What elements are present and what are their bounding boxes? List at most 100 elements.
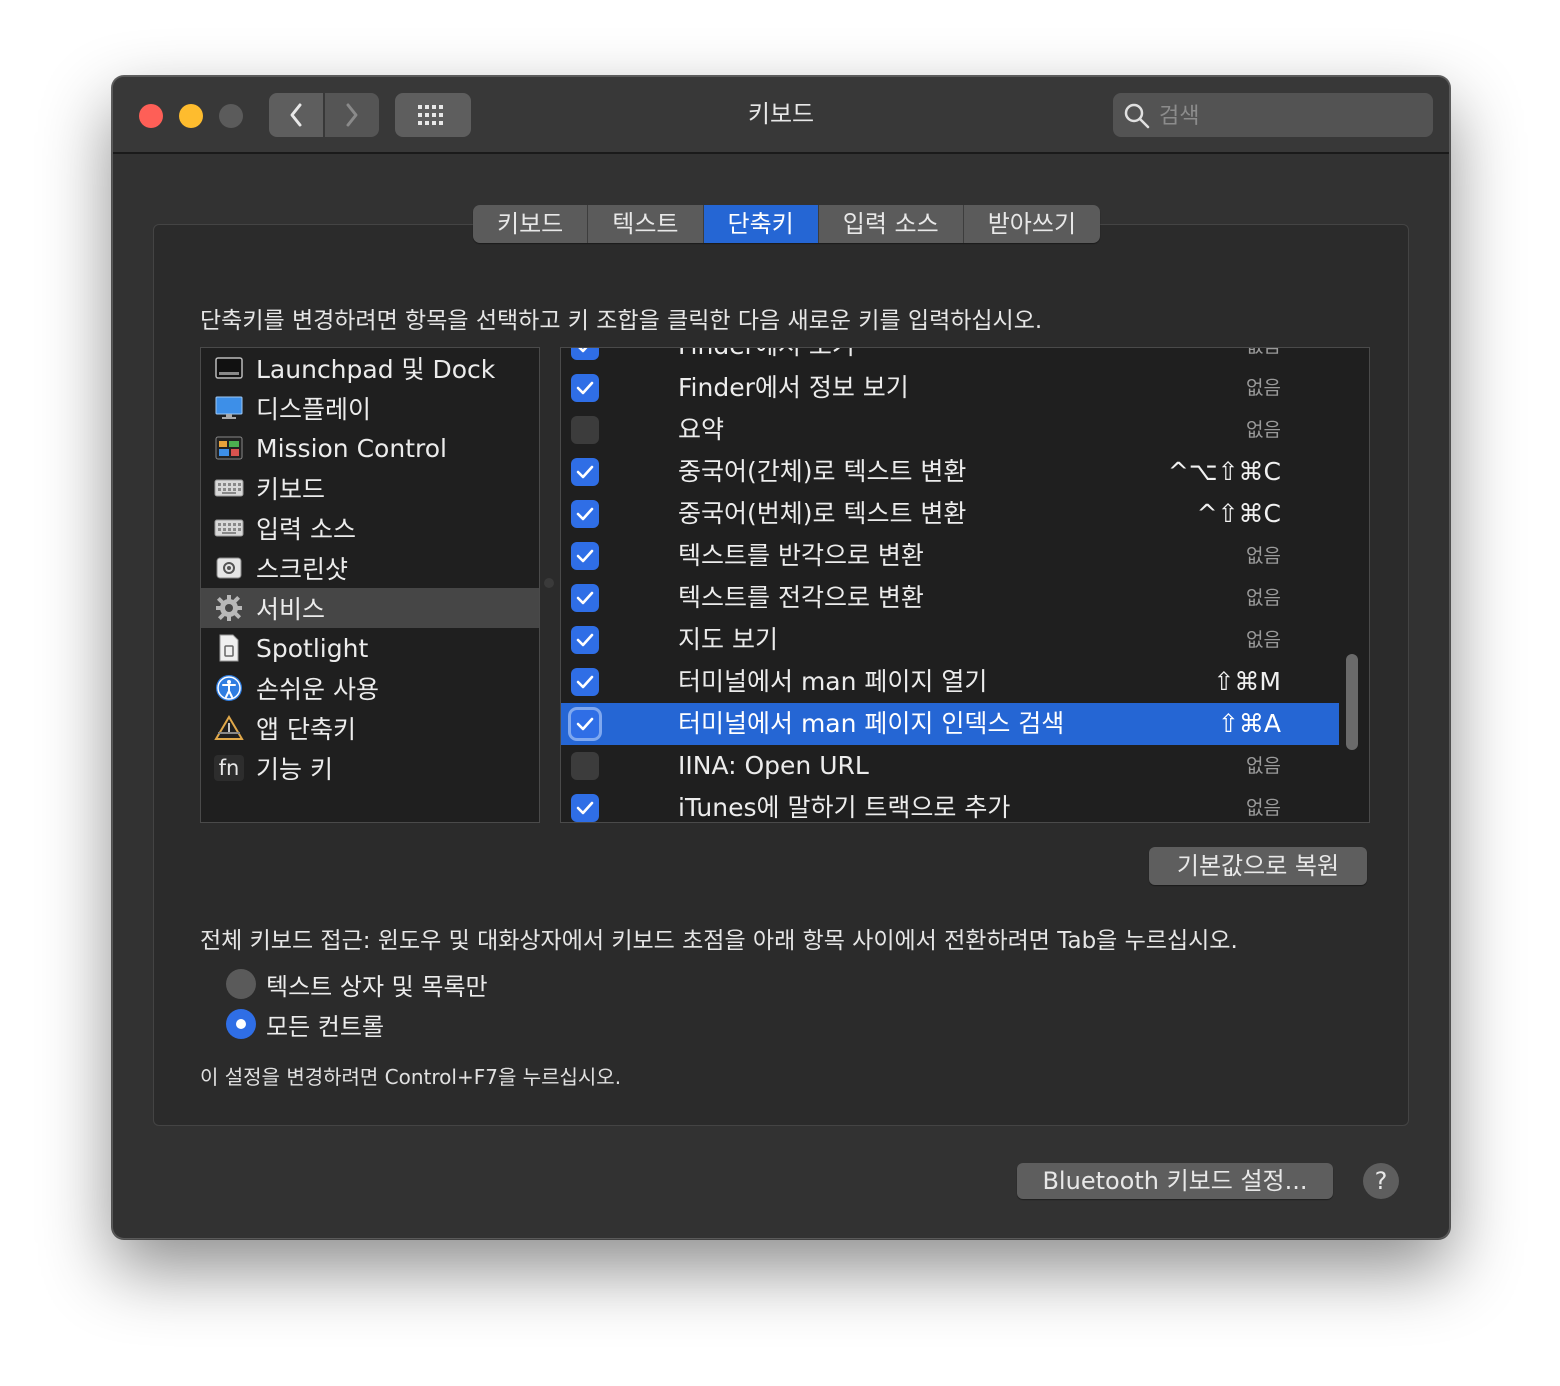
- service-row[interactable]: Finder에서 정보 보기 없음: [561, 367, 1339, 409]
- instructions-text: 단축키를 변경하려면 항목을 선택하고 키 조합을 클릭한 다음 새로운 키를 …: [200, 308, 1043, 334]
- checkmark-icon: [576, 801, 594, 815]
- category-item[interactable]: 스크린샷: [201, 548, 539, 588]
- service-shortcut[interactable]: 없음: [1246, 619, 1281, 661]
- category-item[interactable]: Spotlight: [201, 628, 539, 668]
- checkmark-icon: [576, 507, 594, 521]
- service-label: IINA: Open URL: [678, 751, 869, 780]
- search-input[interactable]: [1157, 93, 1421, 139]
- service-row[interactable]: 요약 없음: [561, 409, 1339, 451]
- service-label: 요약: [678, 415, 725, 444]
- chevron-left-icon: [290, 103, 302, 127]
- service-shortcut[interactable]: 없음: [1246, 535, 1281, 577]
- service-label: Finder에서 보기: [678, 348, 855, 367]
- service-checkbox[interactable]: [571, 416, 599, 444]
- service-row[interactable]: 텍스트를 전각으로 변환 없음: [561, 577, 1339, 619]
- service-shortcut[interactable]: ⇧⌘M: [1213, 661, 1281, 703]
- fn-key-icon: fn: [214, 755, 244, 781]
- tab-shortcuts[interactable]: 단축키: [703, 205, 819, 243]
- category-label: 디스플레이: [256, 395, 372, 424]
- service-shortcut[interactable]: 없음: [1246, 745, 1281, 787]
- service-checkbox[interactable]: [571, 794, 599, 822]
- vertical-scrollbar[interactable]: [1346, 654, 1358, 750]
- category-label: 서비스: [256, 595, 326, 624]
- launchpad-icon: [214, 355, 244, 381]
- tab-keyboard[interactable]: 키보드: [473, 205, 589, 243]
- service-checkbox[interactable]: [571, 542, 599, 570]
- radio-all-controls[interactable]: 모든 컨트롤: [226, 1007, 384, 1041]
- service-row[interactable]: 터미널에서 man 페이지 열기 ⇧⌘M: [561, 661, 1339, 703]
- show-all-button[interactable]: [395, 93, 471, 137]
- category-label: Launchpad 및 Dock: [256, 355, 496, 384]
- tab-text[interactable]: 텍스트: [588, 205, 704, 243]
- bluetooth-keyboard-setup-button[interactable]: Bluetooth 키보드 설정...: [1017, 1163, 1333, 1199]
- service-row[interactable]: 텍스트를 반각으로 변환 없음: [561, 535, 1339, 577]
- tab-dictation[interactable]: 받아쓰기: [964, 205, 1100, 243]
- service-shortcut[interactable]: ⇧⌘A: [1218, 703, 1281, 745]
- service-shortcut[interactable]: 없음: [1246, 367, 1281, 409]
- minimize-window-button[interactable]: [179, 104, 203, 128]
- checkmark-icon: [576, 675, 594, 689]
- category-item[interactable]: 키보드: [201, 468, 539, 508]
- checkmark-icon: [576, 381, 594, 395]
- service-row[interactable]: 지도 보기 없음: [561, 619, 1339, 661]
- close-window-button[interactable]: [139, 104, 163, 128]
- category-item[interactable]: 앱 단축키: [201, 708, 539, 748]
- category-item[interactable]: Launchpad 및 Dock: [201, 348, 539, 388]
- service-row[interactable]: 중국어(번체)로 텍스트 변환 ^⇧⌘C: [561, 493, 1339, 535]
- service-row[interactable]: Finder에서 보기 없음: [561, 348, 1339, 367]
- screenshot-icon: [214, 555, 244, 581]
- category-label: 기능 키: [256, 755, 333, 784]
- forward-button[interactable]: [325, 93, 379, 137]
- grid-icon: [418, 105, 443, 125]
- service-checkbox[interactable]: [571, 348, 599, 360]
- service-shortcut[interactable]: 없음: [1246, 409, 1281, 451]
- service-checkbox[interactable]: [571, 374, 599, 402]
- radio-label: 텍스트 상자 및 목록만: [266, 972, 488, 1001]
- restore-defaults-button[interactable]: 기본값으로 복원: [1149, 847, 1367, 885]
- service-label: 중국어(번체)로 텍스트 변환: [678, 499, 967, 528]
- back-button[interactable]: [269, 93, 323, 137]
- service-shortcut[interactable]: 없음: [1246, 787, 1281, 822]
- shortcuts-panel: 단축키를 변경하려면 항목을 선택하고 키 조합을 클릭한 다음 새로운 키를 …: [153, 224, 1409, 1126]
- tab-input-sources[interactable]: 입력 소스: [819, 205, 964, 243]
- category-item[interactable]: 디스플레이: [201, 388, 539, 428]
- radio-button[interactable]: [226, 1009, 256, 1039]
- service-label: 터미널에서 man 페이지 인덱스 검색: [678, 709, 1065, 738]
- services-shortcut-list[interactable]: iTunes에 말하기 트랙으로 추가 없음 IINA: Open URL 없음 터미널…: [560, 347, 1370, 823]
- checkmark-icon: [576, 549, 594, 563]
- service-row[interactable]: 중국어(간체)로 텍스트 변환 ^⌥⇧⌘C: [561, 451, 1339, 493]
- checkmark-icon: [576, 633, 594, 647]
- service-shortcut[interactable]: ^⌥⇧⌘C: [1168, 451, 1281, 493]
- service-checkbox[interactable]: [571, 500, 599, 528]
- app-shortcuts-icon: [214, 715, 244, 741]
- category-item[interactable]: 서비스: [201, 588, 539, 628]
- service-checkbox[interactable]: [571, 710, 599, 738]
- category-label: Mission Control: [256, 433, 447, 463]
- service-shortcut[interactable]: 없음: [1246, 348, 1281, 367]
- radio-button[interactable]: [226, 969, 256, 999]
- help-button[interactable]: ?: [1363, 1163, 1399, 1199]
- category-item[interactable]: 손쉬운 사용: [201, 668, 539, 708]
- category-label: 스크린샷: [256, 555, 349, 584]
- search-field[interactable]: [1113, 93, 1433, 139]
- service-shortcut[interactable]: 없음: [1246, 577, 1281, 619]
- category-item[interactable]: Mission Control: [201, 428, 539, 468]
- service-label: iTunes에 말하기 트랙으로 추가: [678, 793, 1011, 822]
- service-shortcut[interactable]: ^⇧⌘C: [1197, 493, 1281, 535]
- category-item[interactable]: 입력 소스: [201, 508, 539, 548]
- service-row[interactable]: 터미널에서 man 페이지 인덱스 검색 ⇧⌘A: [561, 703, 1339, 745]
- keyboard-preferences-window: 키보드 키보드 텍스트 단축키 입력 소스 받아쓰기 단축키를 변경하려면 항목…: [112, 76, 1450, 1239]
- service-checkbox[interactable]: [571, 458, 599, 486]
- category-list[interactable]: Launchpad 및 Dock 디스플레이 Mission Control 키…: [200, 347, 540, 823]
- category-item[interactable]: fn 기능 키: [201, 748, 539, 788]
- service-checkbox[interactable]: [571, 752, 599, 780]
- radio-text-boxes-and-lists[interactable]: 텍스트 상자 및 목록만: [226, 967, 488, 1001]
- category-label: Spotlight: [256, 633, 369, 663]
- split-view-handle[interactable]: [544, 578, 554, 588]
- service-checkbox[interactable]: [571, 668, 599, 696]
- service-checkbox[interactable]: [571, 626, 599, 654]
- service-row[interactable]: iTunes에 말하기 트랙으로 추가 없음: [561, 787, 1339, 822]
- service-row[interactable]: IINA: Open URL 없음: [561, 745, 1339, 787]
- service-checkbox[interactable]: [571, 584, 599, 612]
- zoom-window-button[interactable]: [219, 104, 243, 128]
